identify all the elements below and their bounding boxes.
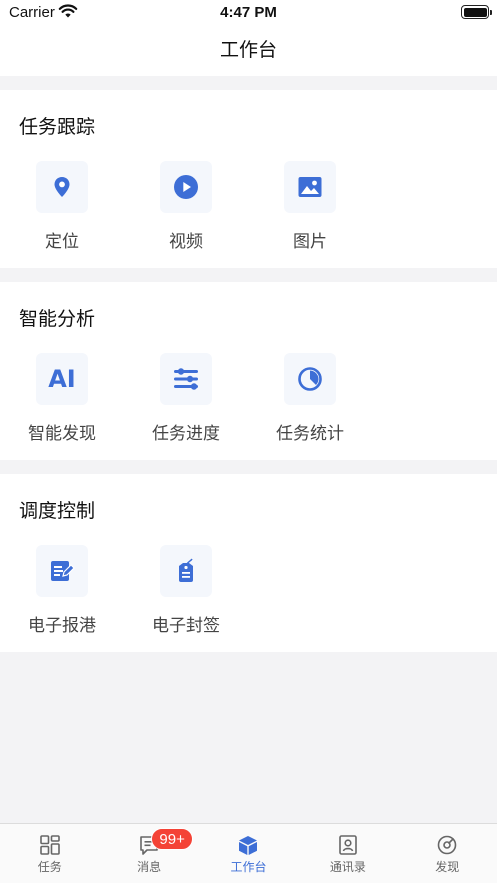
tab-bar: 任务 消息 99+ 工作台 通讯录 发现 [0, 823, 497, 883]
play-video-icon [160, 161, 212, 213]
status-bar: Carrier 4:47 PM [0, 0, 497, 26]
edit-document-icon [36, 545, 88, 597]
battery-icon [461, 5, 492, 19]
tab-discover[interactable]: 发现 [398, 824, 497, 883]
ai-icon: AI [36, 353, 88, 405]
ai-icon-text: AI [48, 365, 76, 393]
tab-contacts[interactable]: 通讯录 [298, 824, 397, 883]
location-item[interactable]: 定位 [12, 161, 112, 252]
section-smart-analysis: 智能分析 AI 智能发现 任务进度 任务统计 [0, 282, 497, 460]
item-label: 图片 [293, 232, 327, 251]
tab-label: 发现 [435, 860, 460, 874]
item-label: 视频 [169, 232, 203, 251]
section-task-tracking: 任务跟踪 定位 视频 图片 [0, 90, 497, 268]
tab-messages[interactable]: 消息 99+ [99, 824, 198, 883]
tab-label: 任务 [37, 860, 62, 874]
image-item[interactable]: 图片 [260, 161, 360, 252]
item-label: 定位 [45, 232, 79, 251]
item-label: 任务统计 [276, 424, 344, 443]
contacts-icon [337, 834, 359, 856]
item-label: 任务进度 [152, 424, 220, 443]
image-icon [284, 161, 336, 213]
task-progress-item[interactable]: 任务进度 [136, 353, 236, 444]
item-label: 电子封签 [152, 616, 220, 635]
sliders-icon [160, 353, 212, 405]
cube-icon [237, 834, 259, 856]
compass-icon [436, 834, 458, 856]
section-dispatch-control: 调度控制 电子报港 电子封签 [0, 474, 497, 652]
item-label: 智能发现 [28, 424, 96, 443]
tab-label: 通讯录 [329, 860, 366, 874]
section-title: 调度控制 [19, 501, 96, 522]
grid-icon [39, 834, 61, 856]
tab-workbench[interactable]: 工作台 [199, 824, 298, 883]
smart-discovery-item[interactable]: AI 智能发现 [12, 353, 112, 444]
e-seal-item[interactable]: 电子封签 [136, 545, 236, 636]
unread-badge: 99+ [151, 828, 193, 850]
tab-tasks[interactable]: 任务 [0, 824, 99, 883]
task-statistics-item[interactable]: 任务统计 [260, 353, 360, 444]
section-title: 任务跟踪 [19, 117, 96, 138]
navigation-bar: 工作台 [0, 26, 497, 76]
section-title: 智能分析 [19, 309, 96, 330]
tab-label: 消息 [137, 860, 162, 874]
e-port-report-item[interactable]: 电子报港 [12, 545, 112, 636]
page-title: 工作台 [219, 40, 277, 61]
tab-label: 工作台 [230, 860, 267, 874]
item-label: 电子报港 [28, 616, 96, 635]
seal-tag-icon [160, 545, 212, 597]
location-pin-icon [36, 161, 88, 213]
video-item[interactable]: 视频 [136, 161, 236, 252]
pie-chart-icon [284, 353, 336, 405]
clock: 4:47 PM [220, 4, 277, 21]
